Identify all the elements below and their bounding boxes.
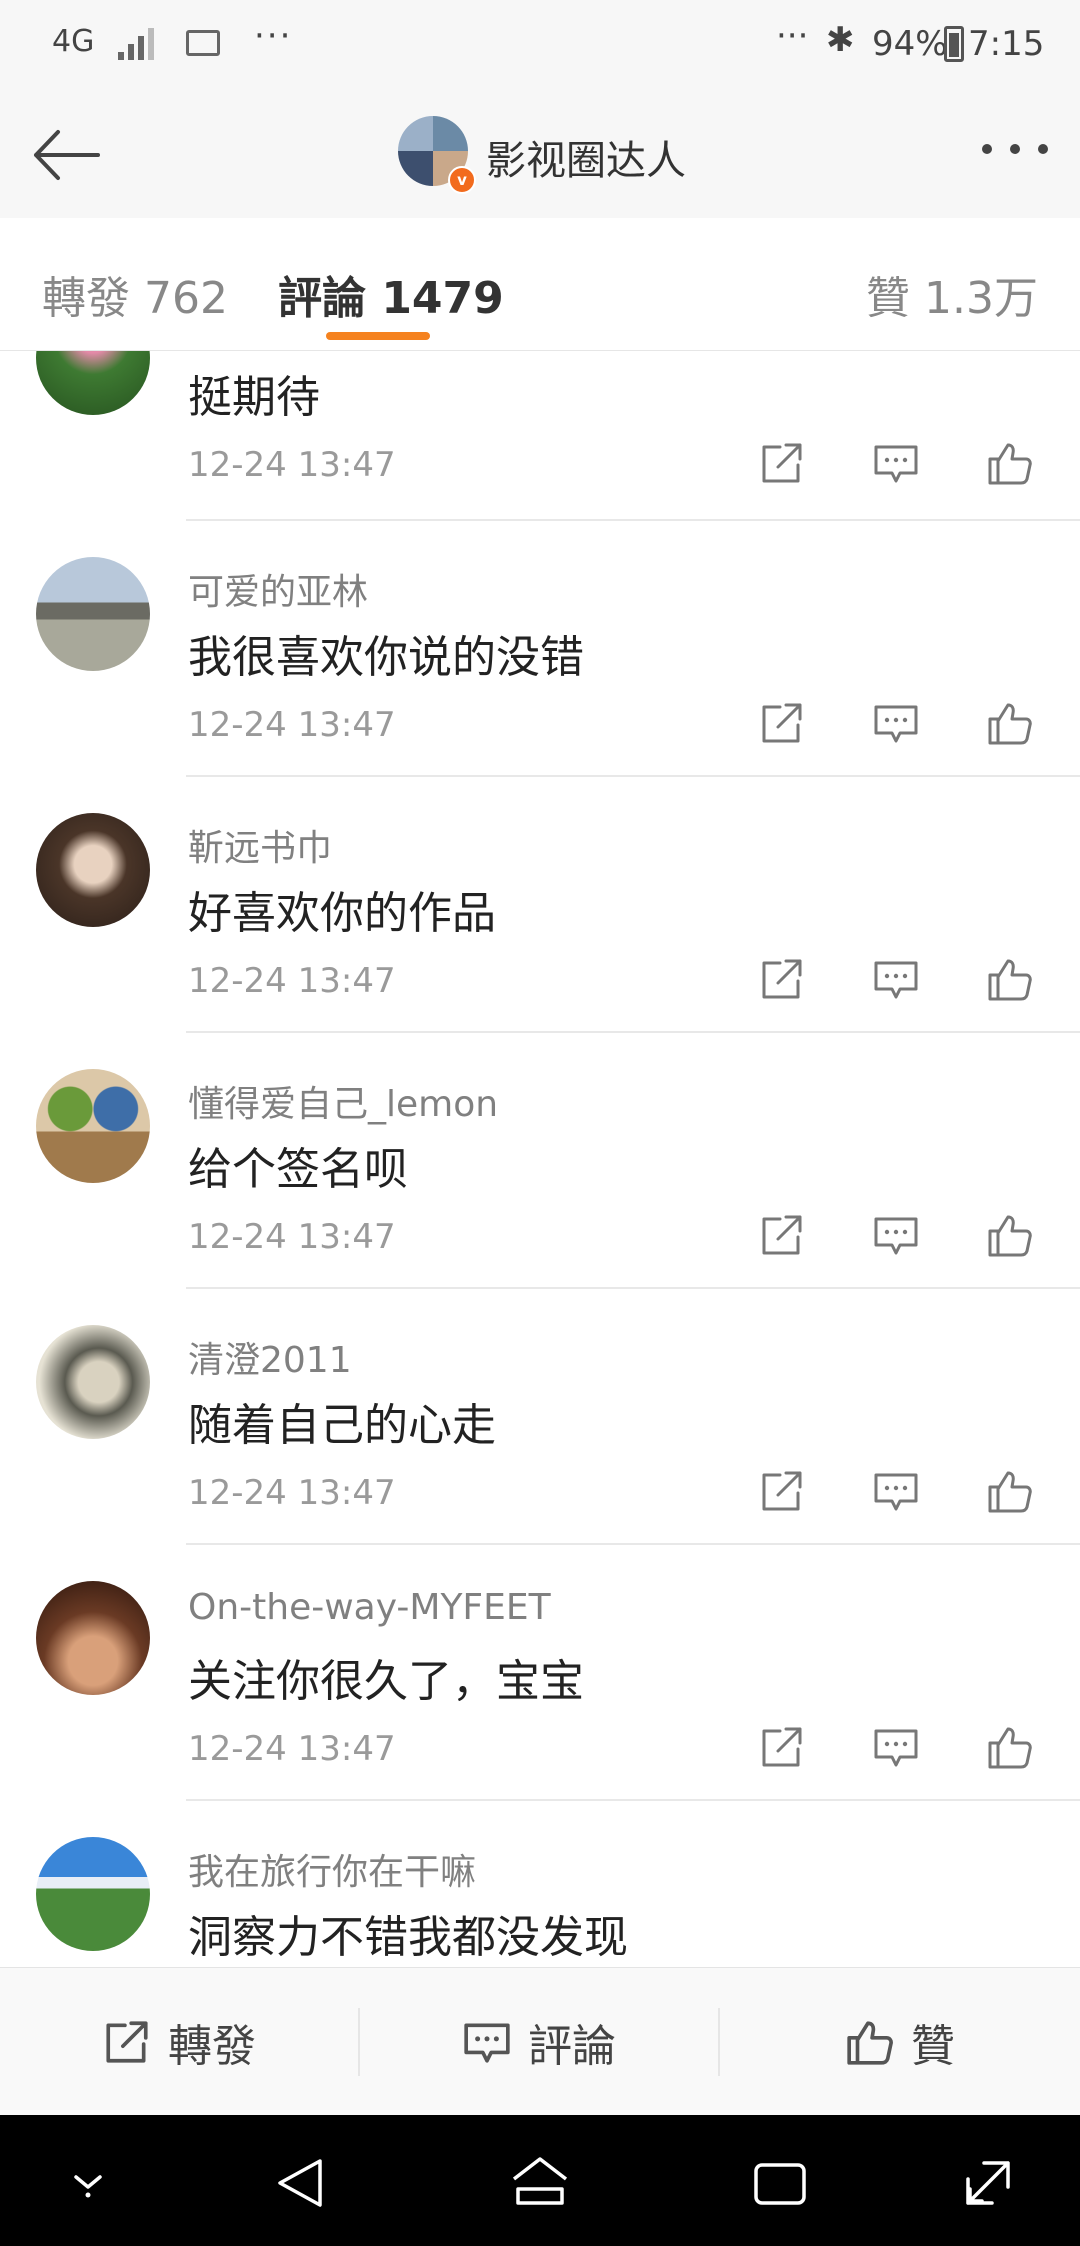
like-icon[interactable] (986, 699, 1034, 747)
avatar[interactable] (36, 1069, 150, 1183)
expand-icon[interactable] (956, 2151, 1020, 2215)
recents-icon[interactable] (748, 2151, 812, 2215)
status-dots: ··· (776, 16, 809, 56)
avatar[interactable] (36, 813, 150, 927)
avatar[interactable] (36, 1325, 150, 1439)
page-title[interactable]: 影视圈达人 (486, 128, 686, 186)
list-item: 懂得爱自己_lemon 给个签名呗 12-24 13:47 (0, 1033, 1080, 1289)
share-icon[interactable] (758, 699, 806, 747)
app-header: v 影视圈达人 (0, 92, 1080, 219)
comment-text: 我很喜欢你说的没错 (188, 632, 584, 683)
comment-author[interactable]: 我在旅行你在干嘛 (188, 1843, 476, 1895)
comment-author[interactable]: On-the-way-MYFEET (188, 1587, 551, 1628)
comment-time: 12-24 13:47 (188, 1473, 396, 1513)
like-label: 贊 (911, 2021, 955, 2072)
comment-text: 随着自己的心走 (188, 1400, 496, 1451)
battery-icon (944, 26, 964, 62)
comment-icon (464, 2023, 510, 2063)
comment-text: 洞察力不错我都没发现 (188, 1912, 628, 1963)
comment-time: 12-24 13:47 (188, 445, 396, 485)
list-item: 靳远书巾 好喜欢你的作品 12-24 13:47 (0, 777, 1080, 1033)
signal-icon (118, 26, 158, 60)
comment-author[interactable]: 可爱的亚林 (188, 563, 368, 615)
comment-list[interactable]: 挺期待 12-24 13:47 可爱的亚林 我很喜欢你说的没错 12-24 13… (0, 351, 1080, 1967)
repost-label: 轉發 (168, 2021, 256, 2072)
comment-author[interactable]: 懂得爱自己_lemon (188, 1075, 498, 1127)
notification-dots: ··· (254, 16, 293, 56)
image-icon (186, 30, 220, 56)
comment-button[interactable]: 評論 (360, 1968, 718, 2116)
like-icon[interactable] (986, 1723, 1034, 1771)
comment-icon[interactable] (872, 699, 920, 747)
network-type: 4G (52, 24, 95, 59)
tab-like[interactable]: 贊 1.3万 (866, 262, 1038, 326)
comment-time: 12-24 13:47 (188, 1729, 396, 1769)
share-icon[interactable] (758, 955, 806, 1003)
share-icon[interactable] (758, 1467, 806, 1515)
status-bar: 4G ··· ··· ✱ 94% 7:15 (0, 0, 1080, 92)
battery-percent: 94% (872, 24, 948, 64)
avatar[interactable] (36, 351, 150, 415)
bottom-action-bar: 轉發 評論 贊 (0, 1967, 1080, 2116)
tab-repost[interactable]: 轉發 762 (42, 262, 228, 326)
share-icon (106, 2021, 148, 2063)
comment-time: 12-24 13:47 (188, 705, 396, 745)
comment-author[interactable]: 清澄2011 (188, 1331, 352, 1383)
like-icon[interactable] (986, 1211, 1034, 1259)
list-item: 挺期待 12-24 13:47 (0, 351, 1080, 521)
comment-time: 12-24 13:47 (188, 1217, 396, 1257)
list-item: 清澄2011 随着自己的心走 12-24 13:47 (0, 1289, 1080, 1545)
chevron-down-icon[interactable] (56, 2151, 120, 2215)
share-icon[interactable] (758, 439, 806, 487)
comment-text: 好喜欢你的作品 (188, 888, 496, 939)
more-button[interactable] (976, 128, 1056, 168)
repost-button[interactable]: 轉發 (0, 1968, 358, 2116)
list-item: On-the-way-MYFEET 关注你很久了，宝宝 12-24 13:47 (0, 1545, 1080, 1801)
comment-time: 12-24 13:47 (188, 961, 396, 1001)
comment-icon[interactable] (872, 1211, 920, 1259)
back-triangle-icon[interactable] (270, 2151, 334, 2215)
system-nav-bar (0, 2115, 1080, 2246)
list-item: 我在旅行你在干嘛 洞察力不错我都没发现 (0, 1801, 1080, 1967)
home-icon[interactable] (508, 2151, 572, 2215)
avatar[interactable] (36, 557, 150, 671)
comment-icon[interactable] (872, 439, 920, 487)
like-button[interactable]: 贊 (720, 1968, 1080, 2116)
back-button[interactable] (28, 120, 104, 190)
list-item: 可爱的亚林 我很喜欢你说的没错 12-24 13:47 (0, 521, 1080, 777)
comment-text: 挺期待 (188, 372, 320, 423)
comment-icon[interactable] (872, 1723, 920, 1771)
avatar[interactable] (36, 1837, 150, 1951)
like-icon[interactable] (986, 1467, 1034, 1515)
bluetooth-icon: ✱ (826, 20, 855, 60)
comment-author[interactable]: 靳远书巾 (188, 819, 332, 871)
like-icon[interactable] (986, 955, 1034, 1003)
like-icon[interactable] (986, 439, 1034, 487)
tab-comment[interactable]: 評論 1479 (278, 262, 504, 326)
share-icon[interactable] (758, 1723, 806, 1771)
share-icon[interactable] (758, 1211, 806, 1259)
arrow-left-icon (34, 130, 100, 180)
tab-bar: 轉發 762 評論 1479 贊 1.3万 (0, 218, 1080, 351)
like-icon (847, 2021, 893, 2065)
comment-text: 给个签名呗 (188, 1144, 408, 1195)
clock: 7:15 (968, 24, 1045, 64)
comment-icon[interactable] (872, 955, 920, 1003)
avatar[interactable] (36, 1581, 150, 1695)
verified-badge: v (448, 166, 476, 194)
comment-text: 关注你很久了，宝宝 (188, 1656, 584, 1707)
comment-label: 評論 (528, 2021, 616, 2072)
comment-icon[interactable] (872, 1467, 920, 1515)
active-tab-indicator (326, 332, 430, 340)
